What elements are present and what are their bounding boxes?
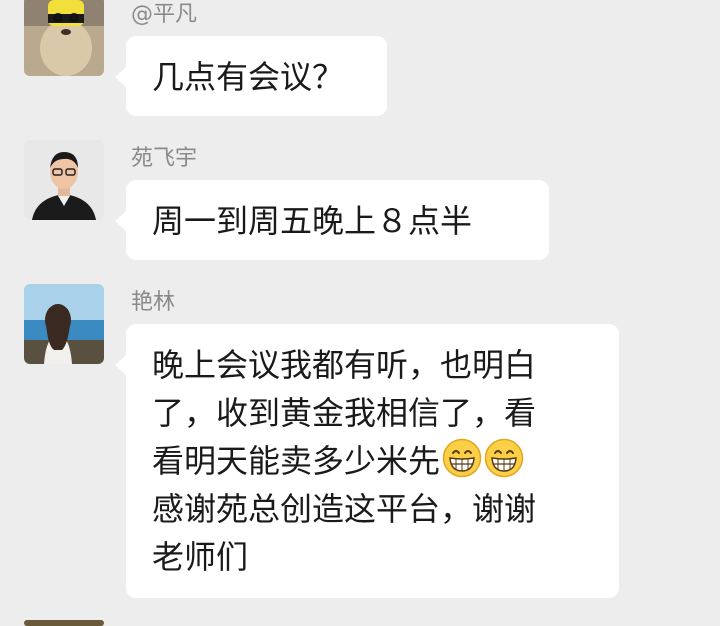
avatar-seaside-image (24, 284, 104, 364)
avatar-next-partial[interactable] (24, 620, 104, 626)
avatar-man-image (24, 140, 104, 220)
message-text-line-content: 看明天能卖多少米先 (152, 442, 441, 480)
avatar-yanlin[interactable] (24, 284, 104, 364)
message-text: 周一到周五晚上８点半 (152, 202, 473, 240)
sender-name: @平凡 (131, 2, 198, 27)
message-bubble[interactable]: 晚上会议我都有听，也明白 了，收到黄金我相信了，看 看明天能卖多少米先 感谢苑总… (115, 324, 619, 598)
sender-name: 艳林 (131, 290, 176, 315)
avatar-dog-image (24, 0, 104, 76)
message-text-line: 了，收到黄金我相信了，看 (152, 394, 537, 432)
message-text-line: 晚上会议我都有听，也明白 (152, 346, 537, 384)
message-bubble[interactable]: 几点有会议？ (115, 36, 387, 116)
message-text-line: 感谢苑总创造这平台，谢谢 (152, 490, 537, 528)
message-text: 几点有会议？ (152, 58, 345, 96)
avatar-yuanfeiyu[interactable] (24, 140, 104, 220)
grinning-face-emoji (484, 438, 524, 478)
grinning-face-emoji (442, 438, 482, 478)
avatar-pingfan[interactable] (24, 0, 104, 76)
message-text-line: 老师们 (152, 538, 249, 576)
message-text-line: 看明天能卖多少米先 (152, 437, 593, 485)
sender-name: 苑飞宇 (131, 146, 198, 171)
message-bubble[interactable]: 周一到周五晚上８点半 (115, 180, 549, 260)
